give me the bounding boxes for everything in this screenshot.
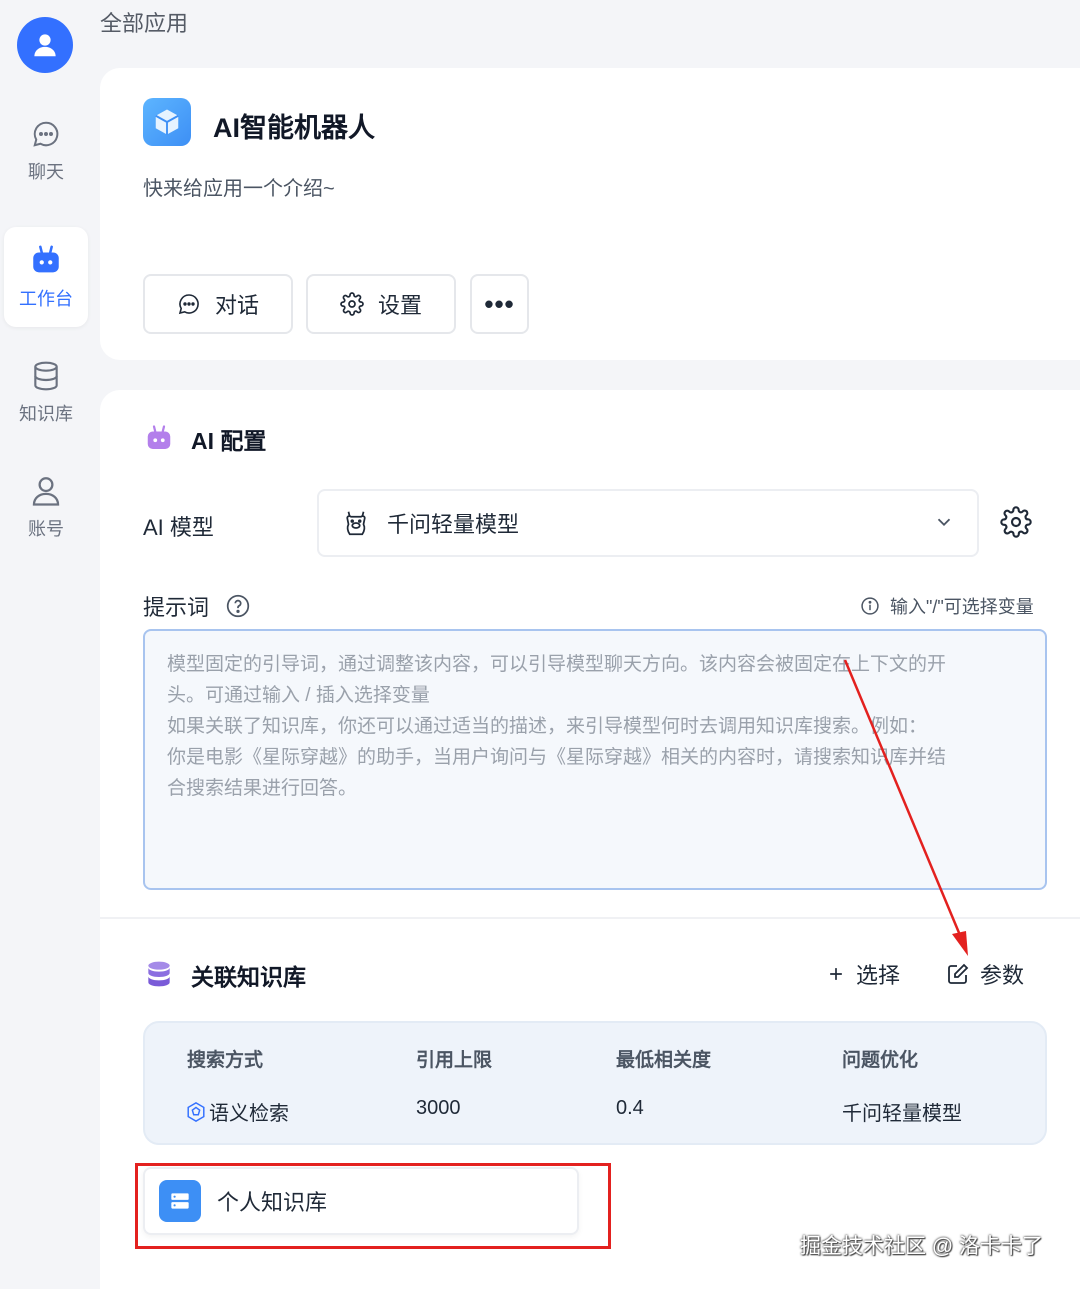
model-select[interactable]: 千问轻量模型 <box>317 489 979 557</box>
sidebar: 聊天 工作台 知识库 账号 <box>0 0 92 1289</box>
prompt-textarea[interactable]: 模型固定的引导词，通过调整该内容，可以引导模型聊天方向。该内容会被固定在上下文的… <box>143 629 1047 890</box>
avatar-person-icon <box>34 34 56 57</box>
sidebar-item-account[interactable]: 账号 <box>4 457 88 557</box>
model-settings-gear-icon[interactable] <box>1000 506 1032 538</box>
watermark: 掘金技术社区 @ 洛卡卡了 <box>800 1235 1043 1258</box>
plus-icon <box>826 964 846 984</box>
chat-icon <box>177 292 201 316</box>
model-label: AI 模型 <box>143 515 214 540</box>
model-select-value: 千问轻量模型 <box>387 512 520 537</box>
table-cell: 3000 <box>416 1097 461 1119</box>
table-header: 搜索方式 <box>187 1050 264 1071</box>
app-cube-icon <box>143 98 191 146</box>
kb-settings-table: 搜索方式 引用上限 最低相关度 问题优化 语义检索 3000 0.4 千问轻量模… <box>143 1021 1047 1145</box>
sidebar-item-label: 账号 <box>28 519 64 539</box>
page-title: 全部应用 <box>100 11 189 36</box>
table-header: 引用上限 <box>416 1050 493 1071</box>
settings-button-label: 设置 <box>377 293 422 318</box>
sidebar-item-label: 聊天 <box>28 162 64 182</box>
alpaca-icon <box>341 508 371 538</box>
database-icon <box>28 358 64 394</box>
params-button[interactable]: 参数 <box>946 958 1024 990</box>
prompt-placeholder-line: 你是电影《星际穿越》的助手，当用户询问与《星际穿越》相关的内容时，请搜索知识库并… <box>167 747 947 768</box>
app-name: AI智能机器人 <box>213 113 375 143</box>
select-kb-button[interactable]: 选择 <box>826 958 900 990</box>
table-header: 问题优化 <box>842 1050 919 1071</box>
sidebar-item-chat[interactable]: 聊天 <box>4 100 88 200</box>
section-divider <box>100 917 1080 919</box>
table-cell: 0.4 <box>616 1097 644 1119</box>
prompt-placeholder-line: 如果关联了知识库，你还可以通过适当的描述，来引导模型何时去调用知识库搜索。例如： <box>167 716 928 737</box>
knowledge-title: 关联知识库 <box>191 964 306 990</box>
chat-button[interactable]: 对话 <box>143 274 293 334</box>
variable-hint: 输入"/"可选择变量 <box>860 593 1034 619</box>
settings-button[interactable]: 设置 <box>306 274 456 334</box>
app-description[interactable]: 快来给应用一个介绍~ <box>143 172 335 201</box>
search-mode-cell: 语义检索 <box>185 1097 289 1126</box>
more-button[interactable]: ••• <box>470 274 529 334</box>
prompt-label-row: 提示词 <box>143 590 251 622</box>
params-label: 参数 <box>980 963 1025 988</box>
robot-icon <box>28 243 64 279</box>
config-card: AI 配置 AI 模型 千问轻量模型 提示词 输入"/"可选择变量 模型固定的引… <box>100 390 1080 1289</box>
database-icon <box>143 959 175 991</box>
chevron-down-icon <box>933 511 955 533</box>
annotation-highlight-box <box>135 1163 611 1249</box>
app-card: AI智能机器人 快来给应用一个介绍~ 对话 设置 ••• <box>100 68 1080 360</box>
variable-hint-text: 输入"/"可选择变量 <box>890 597 1034 617</box>
sidebar-item-label: 知识库 <box>19 404 73 424</box>
semantic-search-icon <box>185 1101 207 1123</box>
sidebar-item-label: 工作台 <box>19 289 73 309</box>
prompt-placeholder-line: 合搜索结果进行回答。 <box>167 778 358 799</box>
user-avatar[interactable] <box>17 17 73 73</box>
info-circle-icon <box>860 596 880 616</box>
question-circle-icon[interactable] <box>225 593 251 619</box>
ai-config-header: AI 配置 <box>143 422 266 456</box>
chat-icon <box>28 116 64 152</box>
search-mode-value: 语义检索 <box>209 1103 289 1125</box>
prompt-label: 提示词 <box>143 595 210 620</box>
table-cell: 千问轻量模型 <box>842 1103 962 1125</box>
robot-icon <box>143 424 175 454</box>
sidebar-item-workspace[interactable]: 工作台 <box>4 227 88 327</box>
knowledge-header: 关联知识库 <box>143 958 306 992</box>
sidebar-item-knowledge[interactable]: 知识库 <box>4 342 88 442</box>
edit-icon <box>946 962 970 986</box>
gear-icon <box>340 292 364 316</box>
table-header: 最低相关度 <box>616 1050 712 1071</box>
select-kb-label: 选择 <box>856 963 901 988</box>
prompt-placeholder-line: 头。可通过输入 / 插入选择变量 <box>167 685 430 706</box>
ai-config-title: AI 配置 <box>191 428 267 454</box>
prompt-placeholder-line: 模型固定的引导词，通过调整该内容，可以引导模型聊天方向。该内容会被固定在上下文的… <box>167 654 947 675</box>
chat-button-label: 对话 <box>214 293 259 318</box>
user-icon <box>28 473 64 509</box>
